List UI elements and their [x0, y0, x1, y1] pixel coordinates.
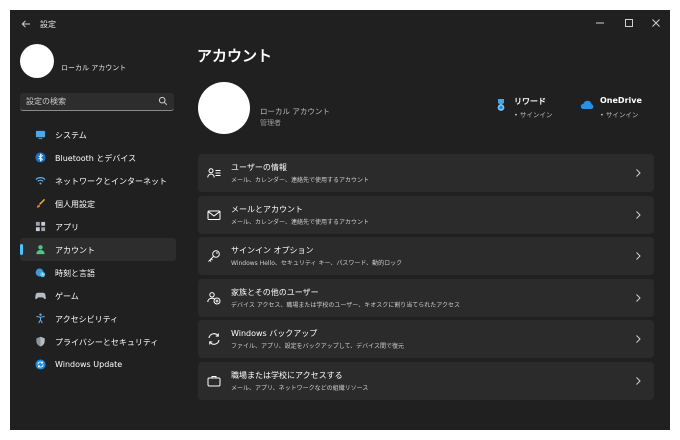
chevron-right-icon: [636, 293, 641, 302]
rewards-icon: [497, 99, 505, 111]
account-name: ローカル アカウント: [260, 107, 330, 116]
search-box[interactable]: [20, 93, 174, 111]
sidebar-item-label: アカウント: [55, 246, 95, 255]
mail-icon: [207, 210, 221, 220]
sidebar-item-label: システム: [55, 131, 87, 140]
chevron-right-icon: [636, 169, 641, 177]
card-title: 職場または学校にアクセスする: [231, 370, 343, 380]
family-icon: [207, 291, 221, 304]
card-title: Windows バックアップ: [231, 329, 318, 338]
gamepad-icon: [35, 292, 46, 300]
close-icon: [652, 19, 660, 27]
update-icon: [35, 359, 46, 370]
backup-icon: [208, 333, 220, 345]
sidebar-item-privacy[interactable]: プライバシーとセキュリティ: [20, 330, 176, 353]
page-title: アカウント: [197, 47, 273, 65]
app-title: 設定: [40, 20, 56, 29]
title-bar: 設定: [10, 10, 670, 40]
briefcase-icon: [207, 375, 221, 386]
brush-icon: [36, 198, 46, 208]
card-title: 家族とその他のユーザー: [231, 287, 319, 297]
chevron-right-icon: [636, 252, 641, 260]
rewards-status: • サインイン: [514, 111, 553, 119]
onedrive-icon: [580, 100, 594, 109]
card-description: デバイス アクセス、職場または学校のユーザー、キオスクに割り当てられたアクセス: [231, 301, 460, 309]
active-indicator: [20, 244, 23, 255]
maximize-button[interactable]: [618, 14, 640, 32]
card-family-other-users[interactable]: 家族とその他のユーザー デバイス アクセス、職場または学校のユーザー、キオスクに…: [198, 278, 654, 317]
account-role: 管理者: [260, 119, 281, 127]
onedrive-title: OneDrive: [600, 96, 642, 105]
shield-icon: [36, 336, 45, 347]
person-icon: [36, 245, 45, 255]
settings-cards: ユーザーの情報 メール、カレンダー、連絡先で使用するアカウント メールとアカウン…: [198, 154, 654, 403]
card-description: ファイル、アプリ、設定をバックアップして、デバイス間で復元: [231, 343, 404, 350]
sidebar-item-windows-update[interactable]: Windows Update: [20, 353, 176, 376]
sidebar-item-label: プライバシーとセキュリティ: [55, 338, 159, 347]
card-windows-backup[interactable]: Windows バックアップ ファイル、アプリ、設定をバックアップして、デバイス…: [198, 320, 654, 358]
globe-clock-icon: [35, 268, 46, 278]
back-button[interactable]: [18, 16, 34, 32]
onedrive-status: • サインイン: [600, 111, 639, 119]
monitor-icon: [35, 130, 46, 140]
avatar: [20, 44, 54, 78]
sidebar-item-apps[interactable]: アプリ: [20, 215, 176, 238]
close-button[interactable]: [645, 14, 667, 32]
sidebar-item-personalization[interactable]: 個人用設定: [20, 192, 176, 215]
minimize-icon: [596, 22, 604, 24]
back-arrow-icon: [21, 20, 30, 28]
sidebar-item-label: ゲーム: [55, 292, 79, 301]
card-work-school-access[interactable]: 職場または学校にアクセスする メール、アプリ、ネットワークなどの組織リソース: [198, 361, 654, 400]
card-title: サインイン オプション: [231, 246, 314, 255]
sidebar-item-label: ネットワークとインターネット: [55, 177, 167, 186]
minimize-button[interactable]: [589, 14, 611, 32]
apps-icon: [35, 221, 46, 232]
sidebar-item-gaming[interactable]: ゲーム: [20, 284, 176, 307]
rewards-title: リワード: [514, 97, 546, 106]
sidebar-item-label: Bluetooth とデバイス: [55, 154, 137, 163]
maximize-icon: [625, 19, 633, 27]
card-title: メールとアカウント: [231, 204, 303, 214]
sidebar-item-label: 時刻と言語: [55, 269, 95, 278]
card-user-info[interactable]: ユーザーの情報 メール、カレンダー、連絡先で使用するアカウント: [198, 154, 654, 192]
sidebar-item-label: アクセシビリティ: [55, 315, 119, 324]
wifi-icon: [35, 177, 46, 185]
sidebar-item-label: アプリ: [55, 223, 79, 232]
bluetooth-icon: [35, 152, 46, 163]
sidebar-item-accounts[interactable]: アカウント: [20, 238, 176, 261]
card-title: ユーザーの情報: [231, 163, 287, 172]
card-sign-in-options[interactable]: サインイン オプション Windows Hello、セキュリティ キー、パスワー…: [198, 237, 654, 275]
card-email-accounts[interactable]: メールとアカウント メール、カレンダー、連絡先で使用するアカウント: [198, 195, 654, 234]
sidebar-item-label: Windows Update: [55, 360, 123, 369]
card-description: Windows Hello、セキュリティ キー、パスワード、動的ロック: [231, 260, 403, 267]
key-icon: [208, 250, 220, 262]
card-description: メール、カレンダー、連絡先で使用するアカウント: [231, 177, 369, 184]
chevron-right-icon: [636, 335, 641, 343]
card-description: メール、カレンダー、連絡先で使用するアカウント: [231, 218, 369, 226]
sidebar-nav: システム Bluetooth とデバイス ネットワークとインターネット 個人用設…: [20, 123, 186, 376]
account-avatar: [198, 82, 250, 134]
sidebar-profile-name: ローカル アカウント: [61, 64, 127, 72]
sidebar-item-bluetooth[interactable]: Bluetooth とデバイス: [20, 146, 176, 169]
sidebar-item-label: 個人用設定: [55, 200, 95, 209]
sidebar-item-system[interactable]: システム: [20, 123, 176, 146]
chevron-right-icon: [636, 210, 641, 219]
search-input[interactable]: [26, 95, 154, 108]
sidebar-item-accessibility[interactable]: アクセシビリティ: [20, 307, 176, 330]
accessibility-icon: [36, 313, 45, 324]
sidebar-item-time-language[interactable]: 時刻と言語: [20, 261, 176, 284]
search-icon[interactable]: [158, 96, 168, 106]
chevron-right-icon: [636, 376, 641, 385]
card-description: メール、アプリ、ネットワークなどの組織リソース: [231, 384, 369, 392]
sidebar-item-network[interactable]: ネットワークとインターネット: [20, 169, 176, 192]
user-info-icon: [207, 168, 221, 178]
settings-window: 設定 ローカル アカウント システム Bluetooth とデバイス ネットワー…: [10, 10, 670, 430]
